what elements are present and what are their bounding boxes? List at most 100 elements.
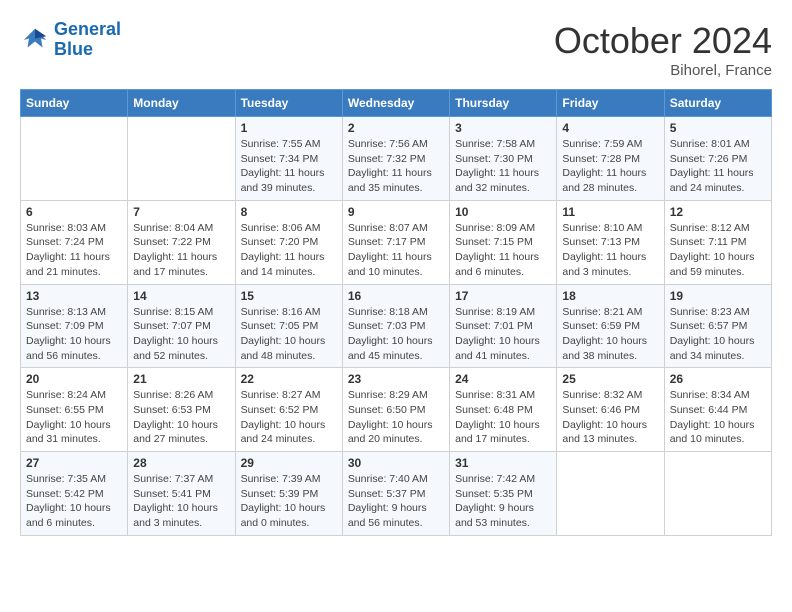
calendar-cell: 12Sunrise: 8:12 AM Sunset: 7:11 PM Dayli… xyxy=(664,200,771,284)
day-number: 27 xyxy=(26,456,122,470)
logo-icon xyxy=(20,25,50,55)
weekday-header: Saturday xyxy=(664,90,771,117)
day-number: 21 xyxy=(133,372,229,386)
day-info: Sunrise: 7:35 AM Sunset: 5:42 PM Dayligh… xyxy=(26,472,122,531)
logo: General Blue xyxy=(20,20,121,60)
calendar-cell: 6Sunrise: 8:03 AM Sunset: 7:24 PM Daylig… xyxy=(21,200,128,284)
day-number: 11 xyxy=(562,205,658,219)
day-info: Sunrise: 7:37 AM Sunset: 5:41 PM Dayligh… xyxy=(133,472,229,531)
day-info: Sunrise: 8:34 AM Sunset: 6:44 PM Dayligh… xyxy=(670,388,766,447)
day-info: Sunrise: 7:39 AM Sunset: 5:39 PM Dayligh… xyxy=(241,472,337,531)
day-info: Sunrise: 7:56 AM Sunset: 7:32 PM Dayligh… xyxy=(348,137,444,196)
day-number: 15 xyxy=(241,289,337,303)
calendar-cell: 30 Sunrise: 7:40 AM Sunset: 5:37 PM Dayli… xyxy=(342,452,449,536)
calendar-cell xyxy=(557,452,664,536)
day-info: Sunrise: 8:16 AM Sunset: 7:05 PM Dayligh… xyxy=(241,305,337,364)
day-info: Sunrise: 7:42 AM Sunset: 5:35 PM Dayligh… xyxy=(455,472,551,531)
day-info: Sunrise: 8:03 AM Sunset: 7:24 PM Dayligh… xyxy=(26,221,122,280)
day-info: Sunrise: 8:23 AM Sunset: 6:57 PM Dayligh… xyxy=(670,305,766,364)
day-number: 19 xyxy=(670,289,766,303)
calendar-cell: 20 Sunrise: 8:24 AM Sunset: 6:55 PM Dayli… xyxy=(21,368,128,452)
day-number: 10 xyxy=(455,205,551,219)
calendar-cell: 18 Sunrise: 8:21 AM Sunset: 6:59 PM Dayli… xyxy=(557,284,664,368)
calendar-cell: 7Sunrise: 8:04 AM Sunset: 7:22 PM Daylig… xyxy=(128,200,235,284)
day-info: Sunrise: 8:06 AM Sunset: 7:20 PM Dayligh… xyxy=(241,221,337,280)
day-number: 23 xyxy=(348,372,444,386)
calendar-header: SundayMondayTuesdayWednesdayThursdayFrid… xyxy=(21,90,772,117)
calendar-cell: 1Sunrise: 7:55 AM Sunset: 7:34 PM Daylig… xyxy=(235,117,342,201)
day-info: Sunrise: 7:40 AM Sunset: 5:37 PM Dayligh… xyxy=(348,472,444,531)
day-number: 24 xyxy=(455,372,551,386)
calendar-week-row: 1Sunrise: 7:55 AM Sunset: 7:34 PM Daylig… xyxy=(21,117,772,201)
day-info: Sunrise: 8:15 AM Sunset: 7:07 PM Dayligh… xyxy=(133,305,229,364)
calendar-cell: 2 Sunrise: 7:56 AM Sunset: 7:32 PM Daylig… xyxy=(342,117,449,201)
day-number: 25 xyxy=(562,372,658,386)
day-number: 13 xyxy=(26,289,122,303)
month-title: October 2024 xyxy=(554,20,772,62)
calendar-cell: 27 Sunrise: 7:35 AM Sunset: 5:42 PM Dayli… xyxy=(21,452,128,536)
day-number: 22 xyxy=(241,372,337,386)
day-number: 31 xyxy=(455,456,551,470)
weekday-row: SundayMondayTuesdayWednesdayThursdayFrid… xyxy=(21,90,772,117)
day-number: 4 xyxy=(562,121,658,135)
calendar-cell xyxy=(128,117,235,201)
calendar-cell: 14 Sunrise: 8:15 AM Sunset: 7:07 PM Dayli… xyxy=(128,284,235,368)
weekday-header: Tuesday xyxy=(235,90,342,117)
location: Bihorel, France xyxy=(554,62,772,79)
weekday-header: Friday xyxy=(557,90,664,117)
weekday-header: Monday xyxy=(128,90,235,117)
day-number: 30 xyxy=(348,456,444,470)
day-info: Sunrise: 8:19 AM Sunset: 7:01 PM Dayligh… xyxy=(455,305,551,364)
day-info: Sunrise: 7:58 AM Sunset: 7:30 PM Dayligh… xyxy=(455,137,551,196)
weekday-header: Thursday xyxy=(450,90,557,117)
day-number: 18 xyxy=(562,289,658,303)
day-info: Sunrise: 8:24 AM Sunset: 6:55 PM Dayligh… xyxy=(26,388,122,447)
calendar-body: 1Sunrise: 7:55 AM Sunset: 7:34 PM Daylig… xyxy=(21,117,772,536)
day-info: Sunrise: 8:31 AM Sunset: 6:48 PM Dayligh… xyxy=(455,388,551,447)
title-block: October 2024 Bihorel, France xyxy=(554,20,772,79)
day-number: 8 xyxy=(241,205,337,219)
calendar-cell: 5 Sunrise: 8:01 AM Sunset: 7:26 PM Daylig… xyxy=(664,117,771,201)
calendar-cell: 9Sunrise: 8:07 AM Sunset: 7:17 PM Daylig… xyxy=(342,200,449,284)
logo-text: General Blue xyxy=(54,20,121,60)
calendar-cell: 31 Sunrise: 7:42 AM Sunset: 5:35 PM Dayli… xyxy=(450,452,557,536)
calendar-cell: 19 Sunrise: 8:23 AM Sunset: 6:57 PM Dayli… xyxy=(664,284,771,368)
calendar-cell: 23Sunrise: 8:29 AM Sunset: 6:50 PM Dayli… xyxy=(342,368,449,452)
day-info: Sunrise: 8:18 AM Sunset: 7:03 PM Dayligh… xyxy=(348,305,444,364)
calendar-week-row: 13 Sunrise: 8:13 AM Sunset: 7:09 PM Dayli… xyxy=(21,284,772,368)
calendar-cell: 3 Sunrise: 7:58 AM Sunset: 7:30 PM Daylig… xyxy=(450,117,557,201)
day-number: 20 xyxy=(26,372,122,386)
calendar-cell xyxy=(664,452,771,536)
calendar-cell: 22Sunrise: 8:27 AM Sunset: 6:52 PM Dayli… xyxy=(235,368,342,452)
calendar-cell: 17 Sunrise: 8:19 AM Sunset: 7:01 PM Dayli… xyxy=(450,284,557,368)
day-info: Sunrise: 8:07 AM Sunset: 7:17 PM Dayligh… xyxy=(348,221,444,280)
calendar-cell: 25 Sunrise: 8:32 AM Sunset: 6:46 PM Dayli… xyxy=(557,368,664,452)
day-number: 1 xyxy=(241,121,337,135)
calendar-cell: 4 Sunrise: 7:59 AM Sunset: 7:28 PM Daylig… xyxy=(557,117,664,201)
day-number: 3 xyxy=(455,121,551,135)
day-info: Sunrise: 8:10 AM Sunset: 7:13 PM Dayligh… xyxy=(562,221,658,280)
day-number: 2 xyxy=(348,121,444,135)
day-info: Sunrise: 8:01 AM Sunset: 7:26 PM Dayligh… xyxy=(670,137,766,196)
day-number: 14 xyxy=(133,289,229,303)
calendar-cell: 21 Sunrise: 8:26 AM Sunset: 6:53 PM Dayli… xyxy=(128,368,235,452)
day-info: Sunrise: 8:13 AM Sunset: 7:09 PM Dayligh… xyxy=(26,305,122,364)
day-info: Sunrise: 8:09 AM Sunset: 7:15 PM Dayligh… xyxy=(455,221,551,280)
day-number: 17 xyxy=(455,289,551,303)
calendar-cell: 29 Sunrise: 7:39 AM Sunset: 5:39 PM Dayli… xyxy=(235,452,342,536)
day-info: Sunrise: 8:21 AM Sunset: 6:59 PM Dayligh… xyxy=(562,305,658,364)
day-info: Sunrise: 8:26 AM Sunset: 6:53 PM Dayligh… xyxy=(133,388,229,447)
day-info: Sunrise: 8:32 AM Sunset: 6:46 PM Dayligh… xyxy=(562,388,658,447)
day-info: Sunrise: 8:04 AM Sunset: 7:22 PM Dayligh… xyxy=(133,221,229,280)
calendar-cell: 8 Sunrise: 8:06 AM Sunset: 7:20 PM Daylig… xyxy=(235,200,342,284)
day-number: 5 xyxy=(670,121,766,135)
calendar-week-row: 27 Sunrise: 7:35 AM Sunset: 5:42 PM Dayli… xyxy=(21,452,772,536)
day-number: 28 xyxy=(133,456,229,470)
day-info: Sunrise: 8:12 AM Sunset: 7:11 PM Dayligh… xyxy=(670,221,766,280)
day-number: 16 xyxy=(348,289,444,303)
weekday-header: Sunday xyxy=(21,90,128,117)
day-number: 29 xyxy=(241,456,337,470)
calendar-cell: 16 Sunrise: 8:18 AM Sunset: 7:03 PM Dayli… xyxy=(342,284,449,368)
calendar-cell xyxy=(21,117,128,201)
day-info: Sunrise: 7:59 AM Sunset: 7:28 PM Dayligh… xyxy=(562,137,658,196)
